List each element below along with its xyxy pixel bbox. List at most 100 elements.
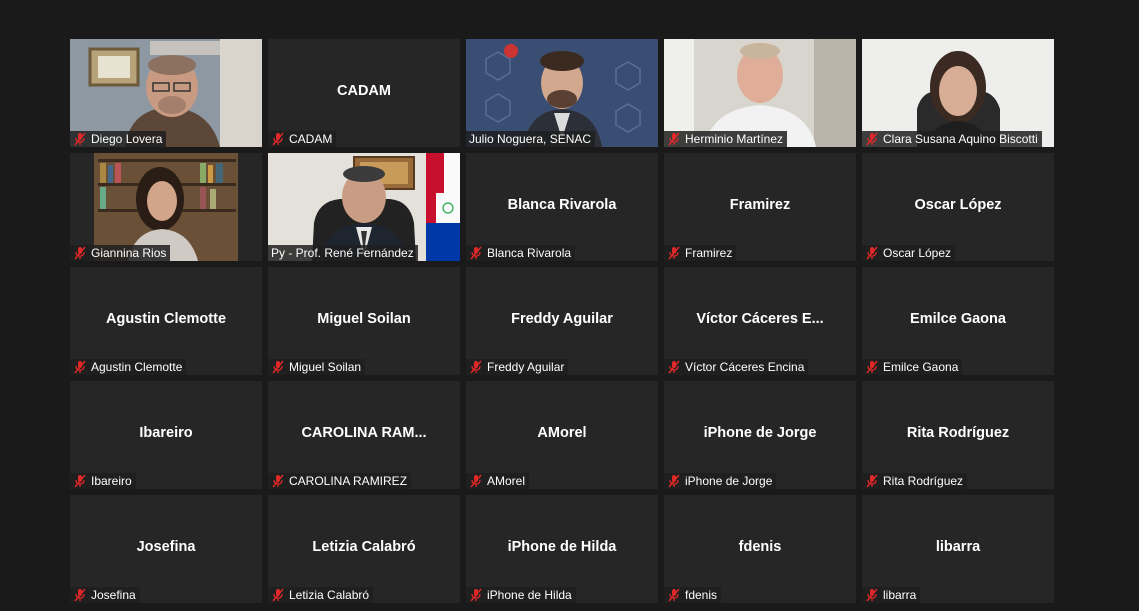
participant-name: fdenis: [685, 588, 718, 602]
participant-tile-giannina[interactable]: Giannina Rios: [70, 153, 262, 261]
participant-tile-freddy[interactable]: Freddy Aguilar Freddy Aguilar: [466, 267, 658, 375]
muted-mic-icon: [470, 360, 482, 374]
participant-name-tag: Víctor Cáceres Encina: [664, 359, 809, 375]
participant-name: CADAM: [289, 132, 333, 146]
participant-name-tag: Blanca Rivarola: [466, 245, 576, 261]
participant-name: AMorel: [487, 474, 526, 488]
muted-mic-icon: [668, 474, 680, 488]
participant-name: Blanca Rivarola: [487, 246, 572, 260]
participant-name: Py - Prof. René Fernández: [271, 246, 414, 260]
participant-name: Rita Rodríguez: [883, 474, 964, 488]
participant-name: CAROLINA RAMIREZ: [289, 474, 408, 488]
participant-tile-ibareiro[interactable]: Ibareiro Ibareiro: [70, 381, 262, 489]
participant-display-name: AMorel: [537, 425, 587, 441]
participant-tile-emilce[interactable]: Emilce Gaona Emilce Gaona: [862, 267, 1054, 375]
muted-mic-icon: [74, 360, 86, 374]
participant-tile-iphone-jorge[interactable]: iPhone de Jorge iPhone de Jorge: [664, 381, 856, 489]
participant-tile-herminio[interactable]: Herminio Martínez: [664, 39, 856, 147]
participant-tile-diego[interactable]: Diego Lovera: [70, 39, 262, 147]
participant-name-tag: Miguel Soilan: [268, 359, 366, 375]
participant-tile-victor[interactable]: Víctor Cáceres E... Víctor Cáceres Encin…: [664, 267, 856, 375]
participant-name: Freddy Aguilar: [487, 360, 565, 374]
participant-tile-rita[interactable]: Rita Rodríguez Rita Rodríguez: [862, 381, 1054, 489]
participant-name-tag: iPhone de Jorge: [664, 473, 777, 489]
muted-mic-icon: [866, 360, 878, 374]
muted-mic-icon: [866, 246, 878, 260]
participant-name-tag: Clara Susana Aquino Biscotti: [862, 131, 1042, 147]
participant-display-name: Freddy Aguilar: [511, 311, 613, 327]
participant-display-name: Letizia Calabró: [312, 539, 416, 555]
participant-tile-miguel[interactable]: Miguel Soilan Miguel Soilan: [268, 267, 460, 375]
participant-name: iPhone de Hilda: [487, 588, 572, 602]
participant-name-tag: Rita Rodríguez: [862, 473, 968, 489]
participant-display-name: Agustin Clemotte: [105, 311, 227, 327]
muted-mic-icon: [470, 474, 482, 488]
participant-name: Herminio Martínez: [685, 132, 784, 146]
participant-tile-framirez[interactable]: Framirez Framirez: [664, 153, 856, 261]
participant-display-name: Miguel Soilan: [317, 311, 411, 327]
participant-name-tag: Letizia Calabró: [268, 587, 374, 603]
muted-mic-icon: [74, 588, 86, 602]
muted-mic-icon: [272, 474, 284, 488]
participant-name-tag: Framirez: [664, 245, 737, 261]
participant-name-tag: Agustin Clemotte: [70, 359, 187, 375]
participant-name-tag: iPhone de Hilda: [466, 587, 576, 603]
participant-name: Letizia Calabró: [289, 588, 370, 602]
participant-name-tag: Oscar López: [862, 245, 956, 261]
muted-mic-icon: [74, 132, 86, 146]
participant-name-tag: CADAM: [268, 131, 337, 147]
participant-name: iPhone de Jorge: [685, 474, 773, 488]
participant-name: Josefina: [91, 588, 136, 602]
participant-name: Miguel Soilan: [289, 360, 362, 374]
participant-name: Ibareiro: [91, 474, 132, 488]
muted-mic-icon: [74, 246, 86, 260]
participant-name-tag: Josefina: [70, 587, 140, 603]
participant-display-name: CADAM: [337, 83, 391, 99]
participant-name: Julio Noguera, SENAC: [469, 132, 592, 146]
participant-tile-blanca[interactable]: Blanca Rivarola Blanca Rivarola: [466, 153, 658, 261]
participant-tile-oscar[interactable]: Oscar López Oscar López: [862, 153, 1054, 261]
participant-tile-cadam[interactable]: CADAM CADAM: [268, 39, 460, 147]
participant-name-tag: Diego Lovera: [70, 131, 167, 147]
participant-display-name: CAROLINA RAM...: [301, 425, 427, 441]
participant-display-name: iPhone de Jorge: [703, 425, 817, 441]
participant-display-name: fdenis: [738, 539, 782, 555]
participant-display-name: Oscar López: [914, 197, 1002, 213]
muted-mic-icon: [470, 588, 482, 602]
participant-tile-iphone-hilda[interactable]: iPhone de Hilda iPhone de Hilda: [466, 495, 658, 603]
participant-name-tag: CAROLINA RAMIREZ: [268, 473, 412, 489]
participant-tile-amorel[interactable]: AMorel AMorel: [466, 381, 658, 489]
participant-name-tag: Julio Noguera, SENAC: [466, 131, 596, 147]
participant-name-tag: Giannina Rios: [70, 245, 171, 261]
muted-mic-icon: [272, 588, 284, 602]
participant-tile-letizia[interactable]: Letizia Calabró Letizia Calabró: [268, 495, 460, 603]
muted-mic-icon: [74, 474, 86, 488]
participant-tile-carolina[interactable]: CAROLINA RAM... CAROLINA RAMIREZ: [268, 381, 460, 489]
participant-name: Víctor Cáceres Encina: [685, 360, 805, 374]
participant-name: Framirez: [685, 246, 733, 260]
participant-name: Oscar López: [883, 246, 952, 260]
muted-mic-icon: [272, 360, 284, 374]
participant-display-name: Rita Rodríguez: [906, 425, 1010, 441]
muted-mic-icon: [668, 360, 680, 374]
video-gallery-grid: Diego Lovera CADAM CADAM Julio Noguera, …: [70, 39, 1054, 603]
participant-name-tag: Py - Prof. René Fernández: [268, 245, 418, 261]
muted-mic-icon: [272, 132, 284, 146]
participant-name-tag: fdenis: [664, 587, 722, 603]
participant-tile-rene[interactable]: Py - Prof. René Fernández: [268, 153, 460, 261]
participant-name: Emilce Gaona: [883, 360, 959, 374]
participant-tile-fdenis[interactable]: fdenis fdenis: [664, 495, 856, 603]
participant-name-tag: Emilce Gaona: [862, 359, 963, 375]
participant-name: Agustin Clemotte: [91, 360, 183, 374]
participant-display-name: Josefina: [136, 539, 196, 555]
muted-mic-icon: [866, 588, 878, 602]
participant-tile-clara[interactable]: Clara Susana Aquino Biscotti: [862, 39, 1054, 147]
participant-name-tag: libarra: [862, 587, 921, 603]
participant-name: Diego Lovera: [91, 132, 163, 146]
participant-tile-julio[interactable]: Julio Noguera, SENAC: [466, 39, 658, 147]
participant-display-name: Ibareiro: [139, 425, 193, 441]
muted-mic-icon: [866, 132, 878, 146]
participant-tile-libarra[interactable]: libarra libarra: [862, 495, 1054, 603]
participant-tile-josefina[interactable]: Josefina Josefina: [70, 495, 262, 603]
participant-tile-agustin[interactable]: Agustin Clemotte Agustin Clemotte: [70, 267, 262, 375]
